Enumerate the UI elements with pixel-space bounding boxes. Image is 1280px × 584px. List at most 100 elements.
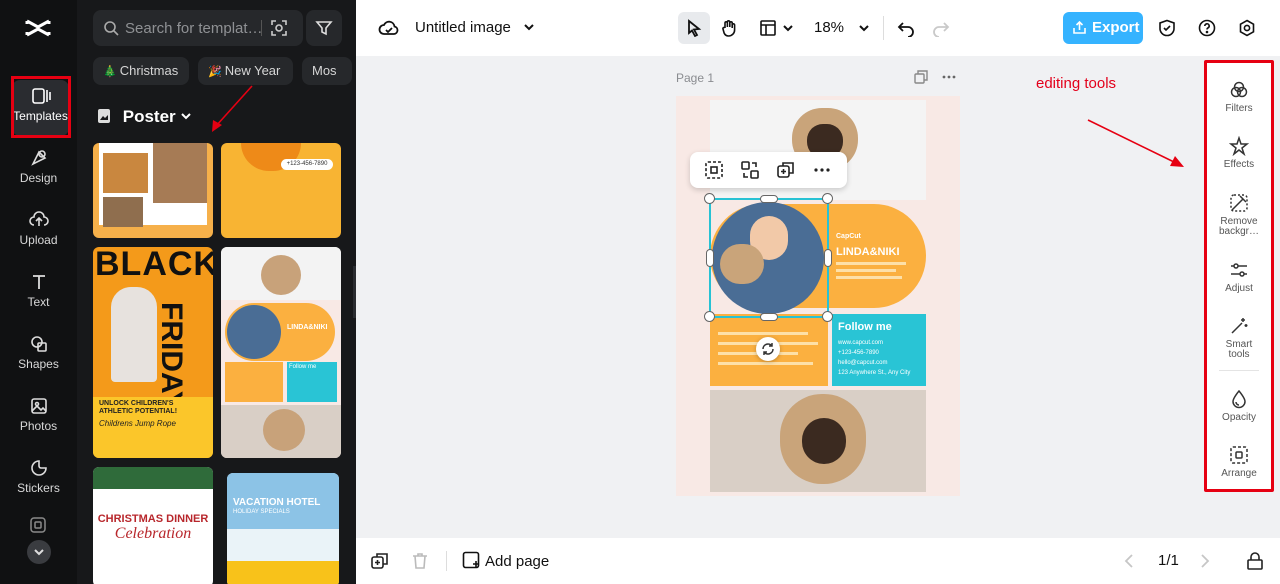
help-button[interactable] bbox=[1191, 12, 1223, 44]
resize-handle[interactable] bbox=[822, 311, 833, 322]
thumb-follow: Follow me bbox=[289, 364, 317, 370]
more-apps-icon[interactable] bbox=[29, 516, 47, 534]
resize-handle[interactable] bbox=[760, 195, 778, 203]
template-thumbnail[interactable]: BLACK FRIDAY UNLOCK CHILDREN'S ATHLETIC … bbox=[93, 247, 213, 458]
redo-icon bbox=[933, 22, 950, 38]
chip-most[interactable]: Mos bbox=[302, 57, 352, 85]
search-input[interactable]: Search for templat… bbox=[125, 20, 263, 37]
redo-button[interactable] bbox=[925, 12, 957, 44]
annotation-highlight-box bbox=[11, 76, 71, 138]
duplicate-icon[interactable] bbox=[776, 160, 796, 180]
security-button[interactable] bbox=[1151, 12, 1183, 44]
template-thumbnail[interactable]: VACATION HOTEL HOLIDAY SPECIALS bbox=[227, 473, 339, 584]
chevron-down-icon[interactable] bbox=[858, 22, 870, 34]
undo-button[interactable] bbox=[890, 12, 922, 44]
tool-label: Remove backgr… bbox=[1218, 216, 1259, 237]
tool-filters[interactable]: Filters bbox=[1207, 80, 1271, 114]
thumb-tagline: UNLOCK CHILDREN'S ATHLETIC POTENTIAL! bbox=[99, 400, 178, 415]
template-thumbnail[interactable]: +123-456-7890 bbox=[221, 143, 341, 238]
add-page-button[interactable]: Add page bbox=[462, 551, 549, 570]
resize-handle[interactable] bbox=[822, 193, 833, 204]
chevron-down-icon[interactable] bbox=[522, 20, 536, 34]
templates-panel: Search for templat… 🎄 Christmas 🎉 New Year… bbox=[77, 0, 356, 584]
text-icon bbox=[32, 275, 45, 289]
filter-button[interactable] bbox=[306, 10, 342, 46]
tool-label: Effects bbox=[1223, 159, 1255, 170]
sidebar-item-text[interactable]: Text bbox=[0, 266, 77, 322]
hand-tool-button[interactable] bbox=[713, 12, 745, 44]
select-tool-button[interactable] bbox=[678, 12, 710, 44]
tool-effects[interactable]: Effects bbox=[1207, 136, 1271, 170]
tool-smart-tools[interactable]: Smart tools bbox=[1207, 316, 1271, 360]
resize-handle[interactable] bbox=[824, 249, 832, 267]
layout-menu-button[interactable] bbox=[752, 12, 784, 44]
tool-label: Arrange bbox=[1221, 468, 1257, 479]
resize-handle[interactable] bbox=[704, 193, 715, 204]
tool-opacity[interactable]: Opacity bbox=[1207, 389, 1271, 423]
annotation-label: editing tools bbox=[1036, 75, 1117, 92]
more-options-icon[interactable] bbox=[942, 70, 956, 84]
thumb-name: LINDA&NIKI bbox=[287, 324, 328, 331]
image-search-icon[interactable] bbox=[270, 19, 288, 37]
top-toolbar: Untitled image 18% Export bbox=[356, 0, 1280, 56]
tool-remove-background[interactable]: Remove backgr… bbox=[1207, 193, 1271, 237]
delete-icon[interactable] bbox=[410, 551, 430, 571]
resize-handle[interactable] bbox=[706, 249, 714, 267]
tool-arrange[interactable]: Arrange bbox=[1207, 445, 1271, 479]
poster-contact-block: Follow me www.capcut.com +123-456-7890 h… bbox=[832, 314, 926, 386]
resize-handle[interactable] bbox=[704, 311, 715, 322]
thumb-friday-text: FRIDAY bbox=[155, 302, 188, 411]
canvas-area[interactable]: Page 1 editing tools CapCut LINDA&NIKI F… bbox=[356, 56, 1280, 538]
lock-icon[interactable] bbox=[1245, 551, 1265, 571]
help-icon bbox=[1198, 19, 1216, 37]
template-thumbnail[interactable] bbox=[93, 143, 213, 238]
rotate-handle[interactable] bbox=[756, 337, 780, 361]
tool-adjust[interactable]: Adjust bbox=[1207, 260, 1271, 294]
thumb-vacation-sub: HOLIDAY SPECIALS bbox=[233, 509, 290, 515]
upload-icon bbox=[28, 211, 49, 226]
template-thumbnail[interactable]: CHRISTMAS DINNER Celebration bbox=[93, 467, 213, 584]
thumb-sub: Childrens Jump Rope bbox=[99, 419, 176, 428]
filter-icon bbox=[315, 21, 333, 36]
chevron-down-icon[interactable] bbox=[782, 22, 794, 34]
document-title[interactable]: Untitled image bbox=[415, 19, 511, 36]
zoom-level[interactable]: 18% bbox=[814, 19, 844, 36]
crop-select-icon[interactable] bbox=[704, 160, 724, 180]
toolbar-divider bbox=[446, 551, 447, 571]
duplicate-page-icon[interactable] bbox=[914, 70, 928, 84]
poster-contact: +123-456-7890 bbox=[838, 350, 879, 356]
opacity-icon bbox=[1232, 389, 1246, 409]
search-icon bbox=[104, 21, 119, 36]
sidebar-item-stickers[interactable]: Stickers bbox=[0, 452, 77, 508]
sidebar-item-label: Shapes bbox=[18, 357, 59, 371]
sidebar-item-photos[interactable]: Photos bbox=[0, 390, 77, 446]
tool-label: Smart tools bbox=[1225, 339, 1253, 360]
resize-handle[interactable] bbox=[760, 313, 778, 321]
next-page-icon[interactable] bbox=[1194, 551, 1214, 571]
tools-divider bbox=[1219, 370, 1259, 371]
template-thumbnail[interactable]: LINDA&NIKI Follow me bbox=[221, 247, 341, 458]
hand-icon bbox=[722, 20, 736, 37]
poster-icon bbox=[98, 109, 110, 123]
cloud-sync-icon[interactable] bbox=[378, 18, 400, 38]
category-dropdown[interactable]: Poster bbox=[98, 107, 192, 127]
poster-contact: hello@capcut.com bbox=[838, 360, 888, 366]
duplicate-page-icon[interactable] bbox=[370, 551, 390, 571]
expand-sidebar-button[interactable] bbox=[27, 540, 51, 564]
chip-christmas[interactable]: 🎄 Christmas bbox=[93, 57, 189, 85]
sidebar-item-shapes[interactable]: Shapes bbox=[0, 328, 77, 384]
search-divider bbox=[261, 20, 262, 36]
replace-image-icon[interactable] bbox=[740, 160, 760, 180]
template-search[interactable]: Search for templat… bbox=[93, 10, 303, 46]
more-options-icon[interactable] bbox=[812, 160, 832, 180]
sidebar-item-design[interactable]: Design bbox=[0, 142, 77, 198]
previous-page-icon[interactable] bbox=[1120, 551, 1140, 571]
selection-box[interactable] bbox=[709, 198, 829, 318]
chip-new-year[interactable]: 🎉 New Year bbox=[198, 57, 293, 85]
capcut-logo[interactable] bbox=[24, 14, 52, 42]
settings-button[interactable] bbox=[1231, 12, 1263, 44]
thumb-vacation-title: VACATION HOTEL bbox=[233, 497, 321, 508]
export-button[interactable]: Export bbox=[1063, 12, 1143, 44]
poster-bottom-photo[interactable] bbox=[710, 390, 926, 492]
sidebar-item-upload[interactable]: Upload bbox=[0, 204, 77, 260]
